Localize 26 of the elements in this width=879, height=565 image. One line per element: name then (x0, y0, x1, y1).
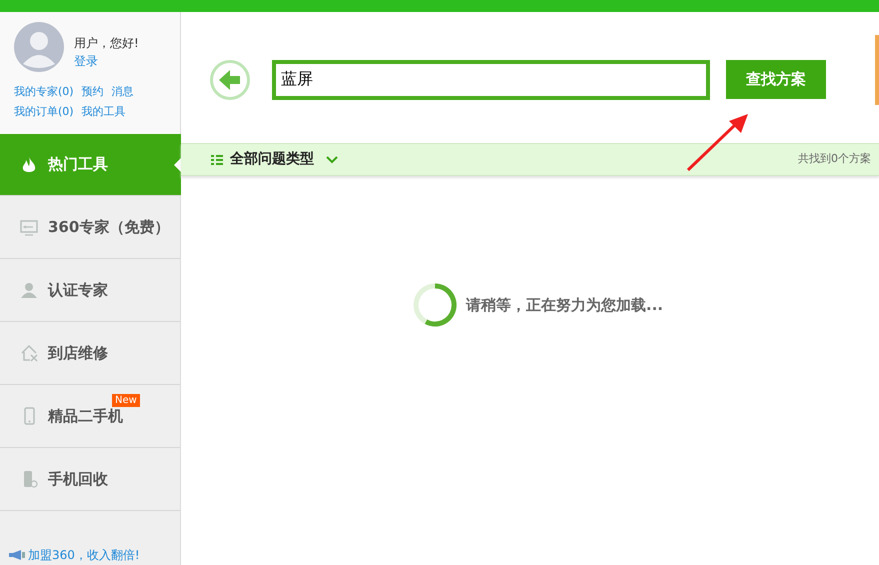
back-button[interactable] (210, 60, 250, 100)
flame-icon (20, 156, 38, 174)
account-link[interactable]: 我的专家(0) (14, 82, 74, 102)
account-link[interactable]: 消息 (112, 82, 134, 102)
loading-message: 请稍等，正在努力为您加载... (466, 294, 664, 316)
chevron-down-icon (326, 156, 338, 164)
list-icon (211, 154, 223, 164)
account-link[interactable]: 我的订单(0) (14, 102, 74, 122)
avatar-silhouette (14, 22, 64, 72)
promo-link[interactable]: 加盟360，收入翻倍! (28, 546, 140, 564)
sidebar-item[interactable]: 热门工具 (0, 134, 181, 196)
loading-spinner (412, 282, 458, 328)
account-link[interactable]: 预约 (82, 82, 104, 102)
account-link[interactable]: 我的工具 (82, 102, 126, 122)
problem-type-dropdown[interactable]: 全部问题类型 (230, 149, 338, 170)
left-arrow-icon (219, 70, 241, 90)
greeting-text: 用户，您好! (74, 35, 139, 52)
house-tools-icon (20, 344, 38, 362)
search-button[interactable]: 查找方案 (726, 60, 826, 99)
login-link[interactable]: 登录 (74, 52, 139, 70)
megaphone-icon (8, 549, 26, 561)
new-badge: New (112, 394, 140, 407)
monitor-icon (20, 218, 38, 236)
search-field[interactable]: 蓝屏 (272, 60, 710, 100)
result-count: 共找到0个方案 (798, 151, 871, 168)
person-icon (20, 281, 38, 299)
